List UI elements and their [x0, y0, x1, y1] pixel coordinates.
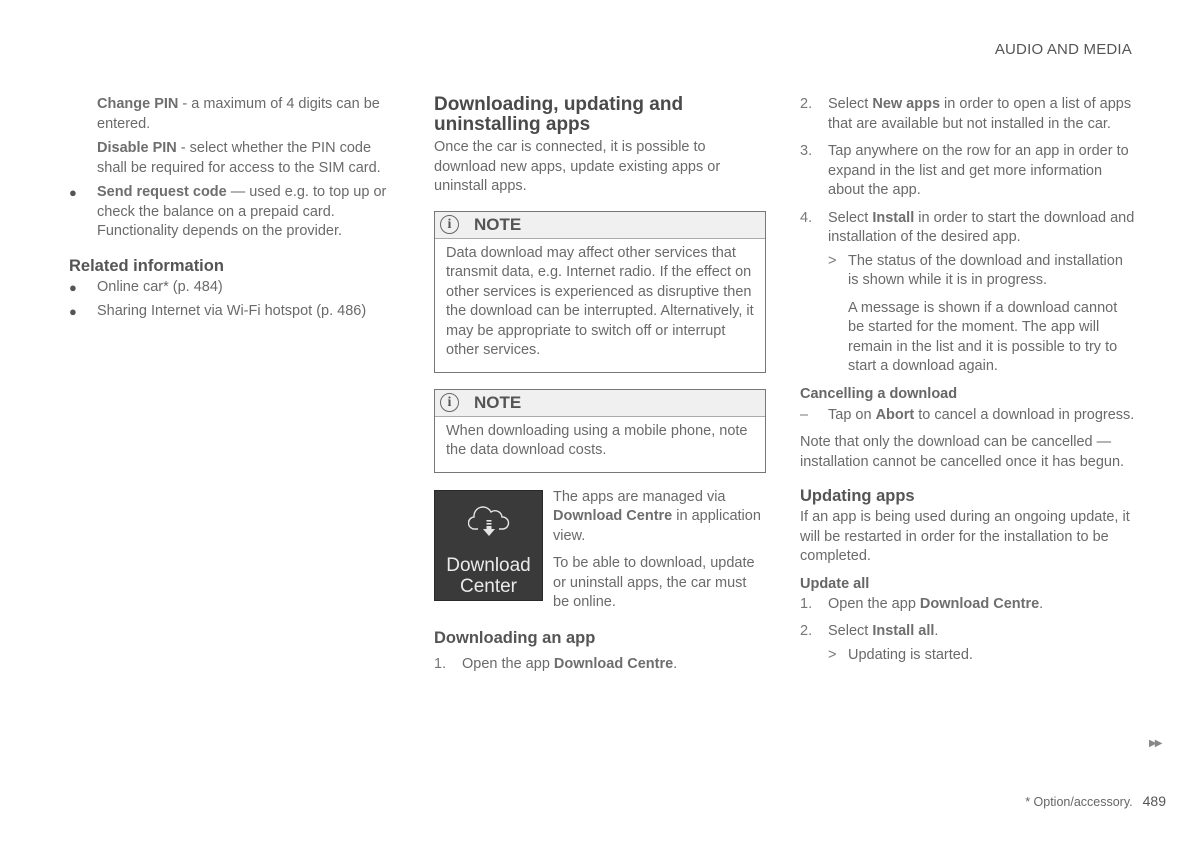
step-bold: Download Centre [919, 595, 1040, 612]
step-item: 2. Select New apps in order to open a li… [800, 95, 1135, 134]
cancel-note: Note that only the download can be cance… [800, 434, 1125, 470]
step-bold: Install [872, 209, 915, 226]
result-arrow-icon: > [828, 646, 837, 663]
step-text: Open the app [462, 655, 554, 672]
step-item: 2. Select Install all. > Updating is sta… [800, 622, 1135, 665]
main-heading: Downloading, updating and uninstalling a… [434, 94, 684, 135]
step-number: 2. [800, 96, 813, 112]
dash-icon: – [800, 406, 809, 423]
bullet-icon: ● [69, 185, 77, 200]
step-text: Tap anywhere on the row for an app in or… [828, 143, 1129, 198]
step-text-post: . [934, 623, 939, 639]
cancelling-heading: Cancelling a download [800, 385, 958, 402]
note-title: NOTE [474, 392, 522, 412]
result-text: Updating is started. [848, 646, 973, 663]
tile-label-line1: Download [446, 554, 531, 576]
change-pin-item: Change PIN - a maximum of 4 digits can b… [69, 95, 404, 178]
result-arrow-icon: > [828, 252, 837, 269]
cloud-download-icon [468, 505, 510, 536]
column-left: Change PIN - a maximum of 4 digits can b… [69, 95, 404, 322]
note-header: i NOTE [435, 389, 765, 417]
download-centre-tile: Download Center [434, 489, 543, 601]
tile-label-line2: Center [459, 575, 518, 597]
step-text: Select [828, 209, 873, 226]
step-text: Open the app [828, 595, 920, 612]
step-item: 1. Open the app Download Centre. [434, 655, 766, 675]
page-footer: * Option/accessory. 489 [1025, 792, 1166, 813]
step-number: 1. [800, 595, 813, 612]
cancel-text: Tap on [828, 406, 876, 423]
tile-text2: To be able to download, update or uninst… [553, 555, 755, 610]
page-number: 489 [1142, 793, 1166, 809]
related-link-item[interactable]: ● Online car* (p. 484) [69, 278, 404, 298]
tile-text1-pre: The apps are managed via [553, 488, 726, 505]
change-pin-label: Change PIN [97, 96, 179, 112]
update-all-heading: Update all [800, 575, 870, 592]
download-centre-row: Download Center The apps are managed via… [434, 488, 766, 613]
step-bold: Download Centre [553, 655, 674, 672]
intro-text: Once the car is connected, it is possibl… [434, 139, 721, 194]
cancel-text-post: to cancel a download in progress. [914, 406, 1135, 423]
result-extra-text: A message is shown if a download cannot … [848, 299, 1118, 375]
section-header: AUDIO AND MEDIA [994, 41, 1132, 58]
tile-text1-bold: Download Centre [553, 508, 673, 524]
step-item: 4. Select Install in order to start the … [800, 209, 1135, 377]
step-number: 1. [434, 655, 447, 672]
downloading-app-heading: Downloading an app [434, 628, 596, 647]
step-text-post: . [673, 655, 678, 672]
column-middle: Downloading, updating and uninstalling a… [434, 95, 766, 674]
bullet-icon: ● [69, 304, 77, 319]
step-result: > Updating is started. [828, 646, 1135, 666]
bullet-icon: ● [69, 279, 77, 295]
related-link-item[interactable]: ● Sharing Internet via Wi-Fi hotspot (p.… [69, 302, 404, 322]
note-body: When downloading using a mobile phone, n… [446, 422, 748, 459]
note-title: NOTE [474, 214, 522, 234]
step-item: 1. Open the app Download Centre. [800, 595, 1135, 615]
related-link[interactable]: Sharing Internet via Wi-Fi hotspot (p. 4… [97, 302, 404, 322]
download-centre-label: Download Center [435, 555, 542, 597]
send-code-label: Send request code [97, 184, 227, 200]
result-text: The status of the download and installat… [848, 252, 1123, 289]
step-text: Select [828, 96, 873, 112]
step-bold: New apps [872, 96, 941, 112]
continue-arrows-icon: ▶▶ [1149, 738, 1162, 749]
column-right: 2. Select New apps in order to open a li… [800, 95, 1135, 665]
note-box: i NOTE Data download may affect other se… [434, 210, 766, 373]
related-info-heading: Related information [69, 256, 224, 275]
tile-description: The apps are managed via Download Centre… [553, 488, 766, 613]
step-number: 4. [800, 209, 813, 226]
step-text: Select [828, 623, 873, 639]
updating-apps-heading: Updating apps [800, 487, 915, 505]
step-text-post: . [1039, 595, 1044, 612]
step-bold: Install all [872, 623, 935, 639]
disable-pin-label: Disable PIN [97, 140, 177, 156]
info-icon: i [440, 393, 459, 412]
step-item: 3. Tap anywhere on the row for an app in… [800, 142, 1135, 201]
note-body: Data download may affect other services … [446, 244, 754, 359]
step-number: 3. [800, 143, 813, 159]
footnote: * Option/accessory. [1025, 795, 1133, 809]
step-number: 2. [800, 623, 813, 639]
updating-text: If an app is being used during an ongoin… [800, 509, 1130, 564]
cancel-item: – Tap on Abort to cancel a download in p… [800, 406, 1135, 426]
cancel-bold: Abort [875, 406, 915, 423]
step-result: > The status of the download and install… [828, 252, 1135, 377]
related-link[interactable]: Online car* (p. 484) [97, 278, 404, 298]
note-header: i NOTE [435, 211, 765, 239]
send-request-code-item: ● Send request code — used e.g. to top u… [69, 183, 404, 242]
note-box: i NOTE When downloading using a mobile p… [434, 388, 766, 473]
info-icon: i [440, 215, 459, 234]
